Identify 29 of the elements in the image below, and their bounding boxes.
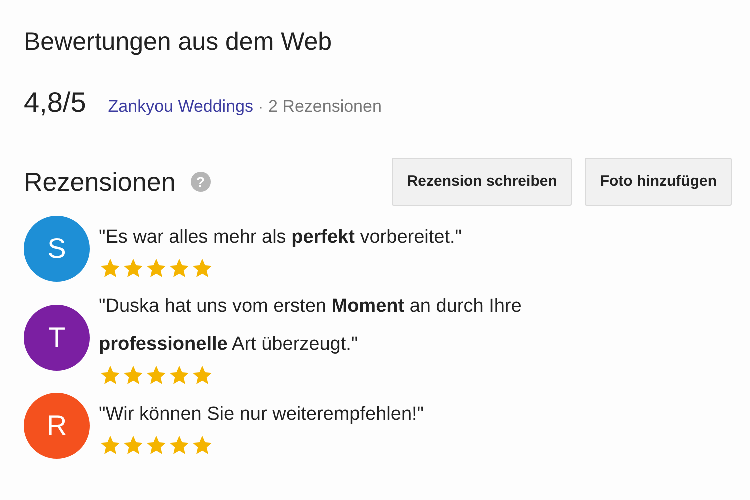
star-icon — [191, 256, 214, 280]
star-icon — [99, 434, 122, 456]
star-icon — [168, 256, 191, 280]
star-icon — [99, 256, 122, 280]
source-link[interactable]: Zankyou Weddings — [108, 94, 254, 120]
star-icon — [145, 256, 168, 280]
avatar: T — [24, 304, 90, 370]
star-icon — [122, 364, 145, 387]
separator: · — [258, 98, 264, 118]
action-button[interactable]: Rezension schreiben — [392, 158, 572, 206]
star-icon — [122, 434, 145, 456]
review-count: 2 Rezensionen — [268, 96, 382, 118]
star-icon — [168, 434, 191, 456]
reviews-title: Rezensionen — [24, 166, 176, 198]
avatar: S — [24, 216, 90, 282]
star-icon — [191, 364, 214, 387]
action-button[interactable]: Foto hinzufügen — [585, 158, 732, 206]
review-text: "Wir können Sie nur weiterempfehlen!" — [99, 402, 424, 426]
avatar: R — [24, 393, 90, 459]
rating-score: 4,8/5 — [24, 86, 86, 120]
star-icon — [145, 364, 168, 387]
star-icon — [145, 434, 168, 456]
section-title: Bewertungen aus dem Web — [24, 27, 332, 58]
review-text: "Duska hat uns vom ersten Moment an durch Ihre professionelle Art überzeugt." — [99, 295, 523, 357]
star-icon — [191, 434, 214, 456]
review-text: "Es war alles mehr als perfekt vorbereitet." — [99, 226, 462, 250]
star-icon — [99, 364, 122, 387]
star-icon — [122, 256, 145, 280]
star-icon — [168, 364, 191, 387]
